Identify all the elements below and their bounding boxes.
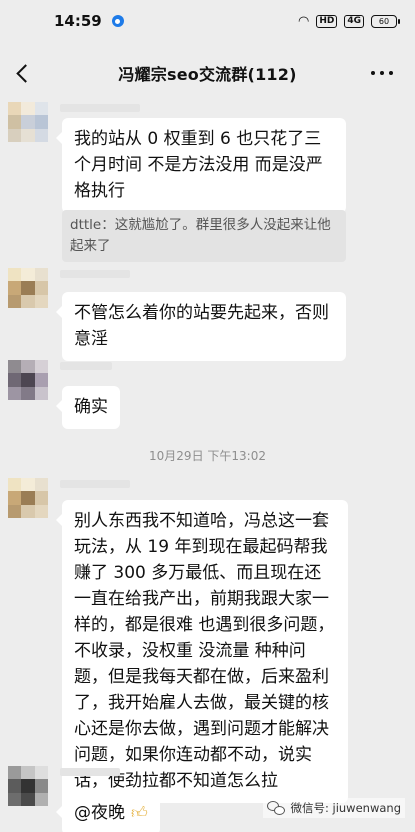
sender-name — [60, 768, 120, 776]
app-notification-icon — [111, 15, 124, 27]
hd-badge: HD — [316, 14, 338, 28]
more-dot — [371, 71, 375, 75]
message-bubble[interactable]: 不管怎么着你的站要先起来，否则意淫 — [56, 292, 346, 361]
message-bubble[interactable]: @夜晚 👍︎ — [56, 792, 160, 832]
wechat-icon — [267, 801, 286, 815]
sender-name — [60, 104, 140, 112]
more-dot — [380, 71, 384, 75]
back-button[interactable] — [6, 56, 38, 90]
status-indicators: ◠ HD 4G 60 — [297, 13, 400, 29]
avatar[interactable] — [8, 478, 48, 518]
message-bubble[interactable]: 确实 — [56, 386, 120, 429]
message-bubble[interactable]: 别人东西我不知道哈，冯总这一套玩法，从 19 年到现在最起码帮我赚了 300 多… — [56, 500, 348, 803]
chevron-left-icon — [15, 63, 35, 83]
status-time: 14:59 — [54, 12, 102, 30]
avatar[interactable] — [8, 360, 48, 400]
wifi-icon: ◠ — [297, 13, 310, 29]
chat-title: 冯耀宗seo交流群(112) — [118, 65, 297, 84]
sender-name — [60, 362, 112, 370]
message-bubble[interactable]: 我的站从 0 权重到 6 也只花了三个月时间 不是方法没用 而是没严格执行 — [56, 118, 346, 213]
watermark: 微信号: jiuwenwang — [263, 798, 405, 818]
chat-header: 冯耀宗seo交流群(112) — [0, 44, 415, 102]
mention-text: @夜晚 — [74, 803, 125, 823]
thumbs-up-icon: 👍︎ — [131, 803, 148, 822]
avatar[interactable] — [8, 268, 48, 308]
more-options-button[interactable] — [365, 62, 399, 84]
avatar[interactable] — [8, 102, 48, 142]
sender-name — [60, 270, 130, 278]
status-bar: 14:59 ◠ HD 4G 60 — [0, 0, 415, 42]
quoted-reply[interactable]: dttle：这就尴尬了。群里很多人没起来让他起来了 — [62, 210, 346, 262]
signal-4g-icon: 4G — [344, 14, 364, 28]
battery-icon: 60 — [371, 14, 400, 28]
avatar[interactable] — [8, 766, 48, 806]
battery-level: 60 — [378, 16, 390, 26]
sender-name — [60, 480, 130, 488]
time-divider: 10月29日 下午13:02 — [149, 449, 266, 463]
message-list[interactable]: 我的站从 0 权重到 6 也只花了三个月时间 不是方法没用 而是没严格执行 dt… — [0, 102, 415, 832]
more-dot — [389, 71, 393, 75]
watermark-text: 微信号: jiuwenwang — [290, 801, 401, 815]
